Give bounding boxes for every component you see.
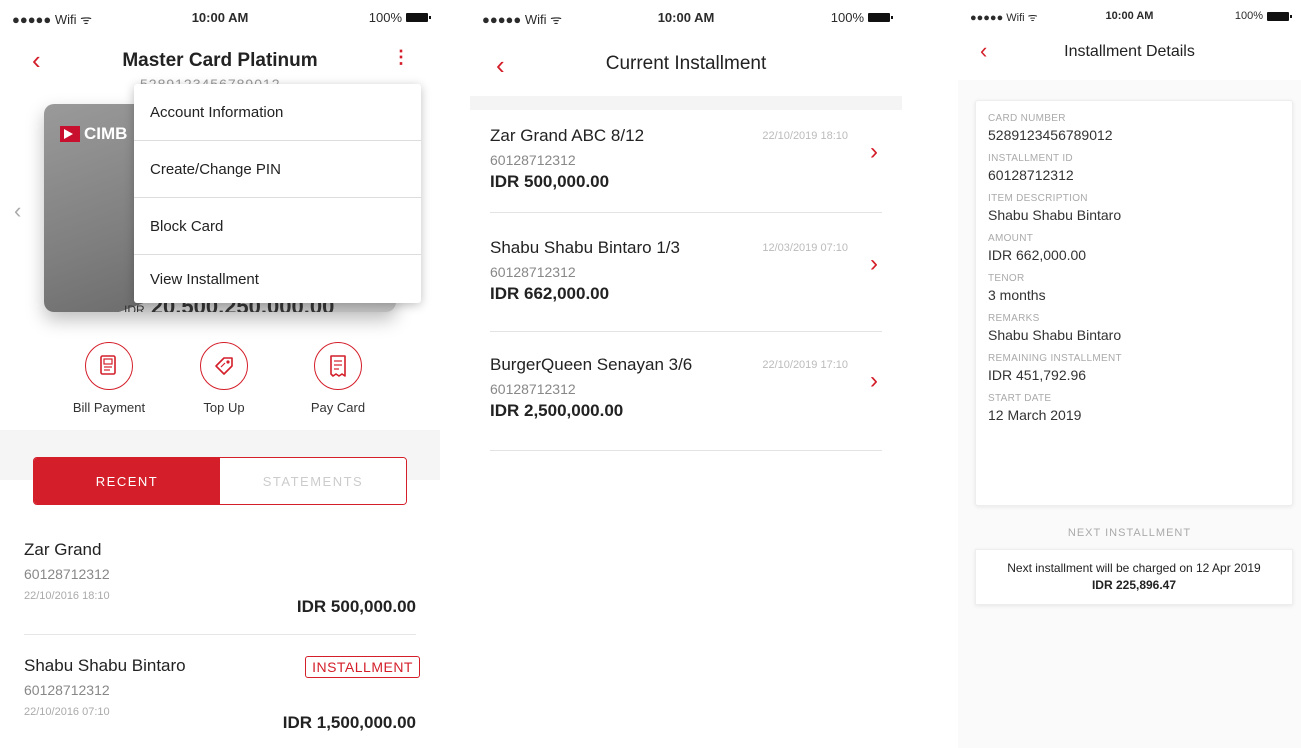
battery-percent: 100% (1234, 10, 1263, 22)
detail-value: Shabu Shabu Bintaro (988, 207, 1122, 223)
battery-icon (868, 13, 893, 22)
detail-label: REMARKS (988, 313, 1040, 324)
installment-date: 12/03/2019 07:10 (762, 242, 848, 254)
battery-icon (1267, 11, 1292, 21)
page-title: Current Installment (605, 53, 767, 74)
installment-amount: IDR 662,000.00 (490, 284, 610, 303)
battery-percent: 100% (368, 10, 402, 25)
detail-label: AMOUNT (988, 233, 1034, 244)
pay-card-action[interactable]: Pay Card (283, 342, 393, 415)
receipt-icon[interactable] (314, 342, 362, 390)
detail-field: TENOR 3 months (988, 273, 1280, 303)
tab-statements[interactable]: STATEMENTS (220, 458, 406, 504)
installment-account: 60128712312 (490, 152, 576, 168)
chevron-right-icon[interactable]: › (870, 250, 878, 278)
detail-value: IDR 662,000.00 (988, 247, 1087, 263)
bill-payment-label: Bill Payment (72, 400, 146, 415)
more-options-icon[interactable]: ⋮ (392, 48, 410, 66)
installment-account: 60128712312 (490, 381, 576, 397)
installment-amount: IDR 2,500,000.00 (490, 401, 624, 420)
page-title: Installment Details (1064, 43, 1195, 60)
detail-field: INSTALLMENT ID 60128712312 (988, 153, 1280, 183)
transaction-name: Zar Grand (24, 540, 102, 559)
installment-details-screen: ●●●●● Wifi ᯤ 10:00 AM 100% ‹ Installment… (958, 0, 1301, 748)
detail-value: IDR 451,792.96 (988, 367, 1087, 383)
bill-icon[interactable] (85, 342, 133, 390)
menu-item-account-information[interactable]: Account Information (134, 84, 421, 141)
installment-item[interactable]: Zar Grand ABC 8/12 60128712312 IDR 500,0… (490, 126, 880, 192)
transaction-row[interactable]: Zar Grand 60128712312 22/10/2016 18:10 I… (24, 540, 416, 616)
chevron-right-icon[interactable]: › (870, 367, 878, 395)
next-installment-text: Next installment will be charged on 12 A… (1007, 561, 1261, 575)
top-up-action[interactable]: Top Up (169, 342, 279, 415)
divider (24, 634, 416, 635)
cimb-logo-icon (60, 126, 80, 142)
pay-card-label: Pay Card (310, 400, 366, 415)
tab-switcher: RECENT STATEMENTS (33, 457, 407, 505)
bank-logo: CIMB (60, 124, 127, 144)
detail-field: REMARKS Shabu Shabu Bintaro (988, 313, 1280, 343)
menu-item-view-installment[interactable]: View Installment (134, 255, 421, 303)
top-up-label: Top Up (203, 400, 245, 415)
tag-icon[interactable] (200, 342, 248, 390)
detail-label: ITEM DESCRIPTION (988, 193, 1088, 204)
options-menu: Account Information Create/Change PIN Bl… (134, 84, 421, 303)
tab-recent[interactable]: RECENT (34, 458, 220, 504)
menu-item-block-card[interactable]: Block Card (134, 198, 421, 255)
transaction-amount: IDR 500,000.00 (296, 597, 416, 616)
card-balance-currency: IDR (124, 303, 145, 312)
divider (490, 331, 882, 332)
detail-field: CARD NUMBER 5289123456789012 (988, 113, 1280, 143)
header-divider (470, 96, 902, 110)
detail-label: TENOR (988, 273, 1025, 284)
menu-item-create-change-pin[interactable]: Create/Change PIN (134, 141, 421, 198)
detail-value: 5289123456789012 (988, 127, 1113, 143)
detail-label: REMAINING INSTALLMENT (988, 353, 1122, 364)
next-installment-box: Next installment will be charged on 12 A… (975, 549, 1293, 605)
battery-percent: 100% (830, 10, 864, 25)
bank-name: CIMB (84, 124, 128, 143)
details-card: CARD NUMBER 5289123456789012 INSTALLMENT… (975, 100, 1293, 506)
card-number-subtitle: 5289123456789012 (140, 76, 281, 84)
detail-label: START DATE (988, 393, 1052, 404)
battery-indicator: 100% (368, 10, 431, 25)
detail-field: ITEM DESCRIPTION Shabu Shabu Bintaro (988, 193, 1280, 223)
installment-item[interactable]: Shabu Shabu Bintaro 1/3 60128712312 IDR … (490, 238, 880, 304)
status-bar: ●●●●● Wifi ᯤ 10:00 AM 100% (470, 0, 902, 36)
detail-field: REMAINING INSTALLMENT IDR 451,792.96 (988, 353, 1280, 383)
next-installment-amount: IDR 225,896.47 (1091, 578, 1177, 592)
detail-value: 3 months (988, 287, 1046, 303)
transaction-account: 60128712312 (24, 682, 110, 698)
installment-date: 22/10/2019 17:10 (762, 359, 848, 371)
installment-item[interactable]: BurgerQueen Senayan 3/6 60128712312 IDR … (490, 355, 880, 421)
bill-payment-action[interactable]: Bill Payment (54, 342, 164, 415)
installment-date: 22/10/2019 18:10 (762, 130, 848, 142)
detail-label: INSTALLMENT ID (988, 153, 1073, 164)
detail-value: Shabu Shabu Bintaro (988, 327, 1122, 343)
transaction-amount: IDR 1,500,000.00 (282, 713, 416, 732)
detail-value: 12 March 2019 (988, 407, 1082, 423)
installment-account: 60128712312 (490, 264, 576, 280)
transaction-account: 60128712312 (24, 566, 110, 582)
divider (490, 212, 882, 213)
chevron-right-icon[interactable]: › (870, 138, 878, 166)
account-screen: ●●●●● Wifi ᯤ 10:00 AM 100% ‹ Master Card… (0, 0, 440, 748)
battery-icon (406, 13, 431, 22)
battery-indicator: 100% (1234, 10, 1292, 22)
detail-value: 60128712312 (988, 167, 1074, 183)
current-installment-screen: ●●●●● Wifi ᯤ 10:00 AM 100% ‹ Current Ins… (470, 0, 902, 748)
installment-amount: IDR 500,000.00 (490, 172, 610, 191)
detail-field: AMOUNT IDR 662,000.00 (988, 233, 1280, 263)
detail-label: CARD NUMBER (988, 113, 1066, 124)
detail-field: START DATE 12 March 2019 (988, 393, 1280, 423)
next-installment-heading: NEXT INSTALLMENT (1067, 527, 1192, 539)
chevron-left-icon[interactable]: ‹ (14, 198, 21, 224)
transaction-row[interactable]: Shabu Shabu Bintaro 60128712312 22/10/20… (24, 656, 420, 732)
status-bar: ●●●●● Wifi ᯤ 10:00 AM 100% (0, 0, 440, 36)
battery-indicator: 100% (830, 10, 893, 25)
installment-badge[interactable]: INSTALLMENT (305, 656, 420, 678)
divider (490, 450, 882, 451)
page-title: Master Card Platinum (122, 50, 318, 71)
status-bar: ●●●●● Wifi ᯤ 10:00 AM 100% (958, 0, 1301, 36)
